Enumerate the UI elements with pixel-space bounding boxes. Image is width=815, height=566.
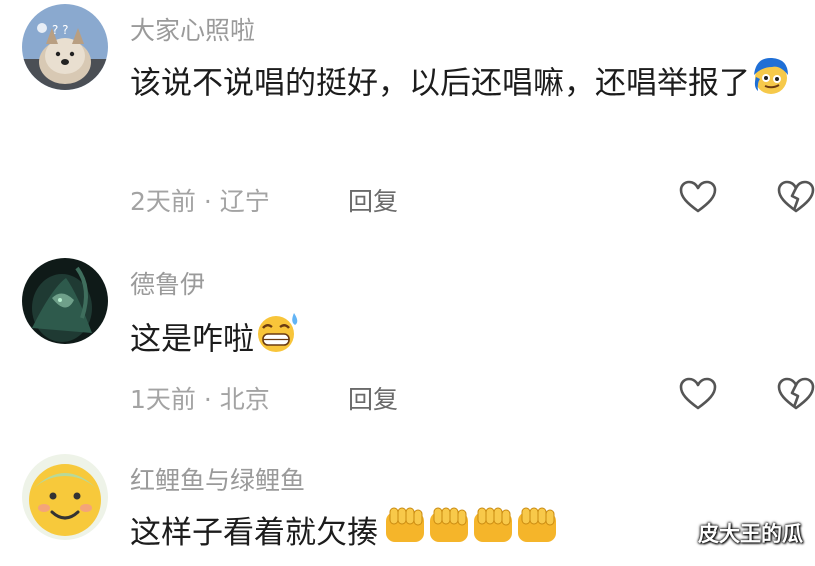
comment-text-content: 该说不说唱的挺好，以后还唱嘛，还唱举报了 xyxy=(130,65,750,102)
username[interactable]: 德鲁伊 xyxy=(130,265,205,301)
comment-text: 该说不说唱的挺好，以后还唱嘛，还唱举报了 xyxy=(130,55,800,115)
broken-heart-icon xyxy=(777,377,815,410)
avatar[interactable] xyxy=(22,454,108,540)
comment-time: 1天前 xyxy=(130,385,196,414)
comment-location: · 辽宁 xyxy=(203,187,270,216)
smiley-avatar-icon xyxy=(22,454,108,540)
comment-text: 这是咋啦 xyxy=(130,310,800,372)
avatar[interactable]: ? ? xyxy=(22,4,108,90)
fist-emoji-icon xyxy=(384,506,558,564)
grinning-sweat-emoji-icon xyxy=(254,310,302,372)
comment-location: · 北京 xyxy=(203,385,270,414)
comment-meta: 2天前 · 辽宁 xyxy=(130,182,270,218)
dark-character-avatar-icon xyxy=(22,258,108,344)
comment-time: 2天前 xyxy=(130,187,196,216)
svg-text:? ?: ? ? xyxy=(52,23,69,37)
dislike-button[interactable] xyxy=(777,377,815,411)
reply-button[interactable]: 回复 xyxy=(348,380,398,416)
avatar[interactable] xyxy=(22,258,108,344)
watermark: 皮大王的瓜 xyxy=(698,522,803,546)
broken-heart-icon xyxy=(777,180,815,213)
like-button[interactable] xyxy=(679,180,717,214)
comment-text-content: 这样子看着就欠揍 xyxy=(130,515,378,551)
dislike-button[interactable] xyxy=(777,180,815,214)
heart-icon xyxy=(679,377,717,410)
dog-avatar-icon: ? ? xyxy=(22,4,108,90)
comment-meta: 1天前 · 北京 xyxy=(130,380,270,416)
username[interactable]: 红鲤鱼与绿鲤鱼 xyxy=(130,461,305,497)
reply-button[interactable]: 回复 xyxy=(348,182,398,218)
heart-icon xyxy=(679,180,717,213)
comment-text-content: 这是咋啦 xyxy=(130,321,254,358)
username[interactable]: 大家心照啦 xyxy=(130,11,255,47)
like-button[interactable] xyxy=(679,377,717,411)
blue-hair-face-emoji-icon xyxy=(750,55,792,115)
